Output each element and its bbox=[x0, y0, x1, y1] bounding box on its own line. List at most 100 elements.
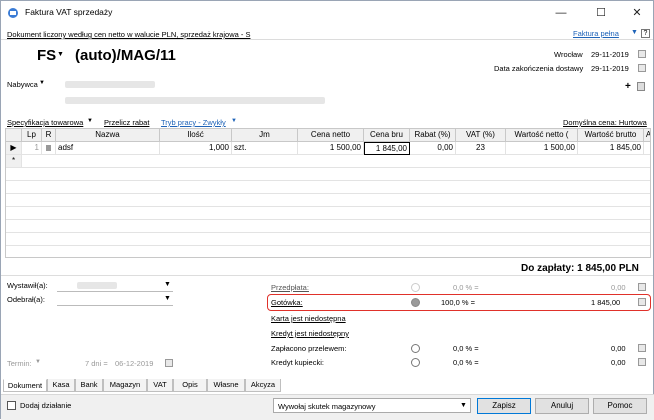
grid-header-indicator bbox=[6, 129, 22, 142]
prepayment-amount: 0,00 bbox=[611, 283, 626, 292]
issue-date[interactable]: 29-11-2019 bbox=[591, 50, 629, 59]
calculator-icon[interactable] bbox=[638, 283, 646, 291]
recalc-discount-link[interactable]: Przelicz rabat bbox=[104, 118, 149, 127]
col-qty[interactable]: Ilość bbox=[160, 129, 232, 142]
help-button[interactable]: Pomoc bbox=[593, 398, 647, 414]
tab-vat[interactable]: VAT bbox=[147, 379, 173, 392]
calendar-icon[interactable] bbox=[638, 50, 646, 58]
calculator-icon[interactable] bbox=[638, 358, 646, 366]
add-icon[interactable]: + bbox=[625, 81, 631, 92]
issued-by-label: Wystawił(a): bbox=[7, 281, 48, 290]
received-by-field[interactable] bbox=[57, 305, 173, 306]
tab-dokument[interactable]: Dokument bbox=[3, 379, 47, 392]
tab-magazyn[interactable]: Magazyn bbox=[103, 379, 147, 392]
term-label[interactable]: Termin: bbox=[7, 359, 32, 368]
delivery-date[interactable]: 29-11-2019 bbox=[591, 64, 629, 73]
work-mode-link[interactable]: Tryb pracy - Zwykły bbox=[161, 118, 226, 127]
calculator-icon[interactable] bbox=[638, 344, 646, 352]
empty-row bbox=[6, 233, 650, 246]
col-gross-value[interactable]: Wartość brutto bbox=[578, 129, 644, 142]
spec-dropdown[interactable]: Specyfikacja towarowa bbox=[7, 118, 83, 127]
buyer-label[interactable]: Nabywca bbox=[7, 80, 38, 89]
row-gross-price[interactable]: 1 845,00 bbox=[364, 142, 410, 155]
effect-select[interactable]: Wywołaj skutek magazynowy ▼ bbox=[273, 398, 471, 413]
credit-unavailable-link[interactable]: Kredyt jest niedostępny bbox=[271, 329, 349, 338]
delivery-label: Data zakończenia dostawy bbox=[494, 64, 584, 73]
maximize-button[interactable]: ☐ bbox=[591, 5, 611, 21]
list-icon[interactable] bbox=[637, 82, 645, 91]
minimize-button[interactable]: — bbox=[551, 5, 571, 21]
col-discount[interactable]: Rabat (%) bbox=[410, 129, 456, 142]
row-pointer-icon: ▶ bbox=[6, 142, 22, 155]
col-lp[interactable]: Lp bbox=[22, 129, 42, 142]
issued-by-value bbox=[77, 282, 117, 289]
chevron-down-icon: ▼ bbox=[35, 359, 41, 365]
calculator-icon[interactable] bbox=[638, 298, 646, 306]
col-name[interactable]: Nazwa bbox=[56, 129, 160, 142]
col-a[interactable]: A bbox=[644, 129, 650, 142]
col-r[interactable]: R bbox=[42, 129, 56, 142]
cash-pct: 100,0 % = bbox=[441, 298, 475, 307]
add-action-checkbox[interactable] bbox=[7, 401, 16, 410]
buyer-credit-label: Kredyt kupiecki: bbox=[271, 358, 324, 367]
new-row[interactable] bbox=[22, 155, 650, 168]
empty-row bbox=[6, 207, 650, 220]
card-unavailable-link[interactable]: Karta jest niedostępna bbox=[271, 314, 346, 323]
chevron-down-icon: ▼ bbox=[87, 118, 93, 124]
row-net-value[interactable]: 1 500,00 bbox=[506, 142, 578, 155]
cancel-button[interactable]: Anuluj bbox=[535, 398, 589, 414]
row-gross-value[interactable]: 1 845,00 bbox=[578, 142, 644, 155]
tab-wlasne[interactable]: Własne bbox=[207, 379, 245, 392]
divider bbox=[1, 275, 653, 276]
cash-amount: 1 845,00 bbox=[591, 298, 621, 307]
buyer-address bbox=[65, 97, 325, 104]
row-vat[interactable]: 23 bbox=[456, 142, 506, 155]
chevron-down-icon[interactable]: ▼ bbox=[164, 295, 171, 302]
transfer-radio[interactable] bbox=[411, 344, 420, 353]
new-row-icon: * bbox=[6, 155, 22, 168]
calendar-icon[interactable] bbox=[165, 359, 173, 367]
term-date[interactable]: 06-12-2019 bbox=[115, 359, 153, 368]
col-net-price[interactable]: Cena netto bbox=[298, 129, 364, 142]
tab-akcyza[interactable]: Akcyza bbox=[245, 379, 281, 392]
tab-opis[interactable]: Opis bbox=[173, 379, 207, 392]
add-action-label: Dodaj działanie bbox=[20, 401, 72, 410]
prepayment-label[interactable]: Przedpłata: bbox=[271, 283, 309, 292]
calendar-icon[interactable] bbox=[638, 64, 646, 72]
buyer-credit-amount: 0,00 bbox=[611, 358, 626, 367]
invoice-type-link[interactable]: Faktura pełna bbox=[573, 29, 619, 38]
tab-bank[interactable]: Bank bbox=[75, 379, 103, 392]
col-vat[interactable]: VAT (%) bbox=[456, 129, 506, 142]
chevron-down-icon: ▼ bbox=[631, 29, 638, 36]
col-unit[interactable]: Jm bbox=[232, 129, 298, 142]
effect-select-value: Wywołaj skutek magazynowy bbox=[278, 402, 376, 411]
close-button[interactable]: ✕ bbox=[627, 5, 647, 21]
transfer-amount: 0,00 bbox=[611, 344, 626, 353]
title-bar: Faktura VAT sprzedaży — ☐ ✕ bbox=[1, 1, 653, 25]
empty-row bbox=[6, 181, 650, 194]
term-days[interactable]: 7 dni = bbox=[85, 359, 108, 368]
row-net-price[interactable]: 1 500,00 bbox=[298, 142, 364, 155]
cash-label[interactable]: Gotówka: bbox=[271, 298, 303, 307]
empty-row bbox=[6, 220, 650, 233]
row-discount[interactable]: 0,00 bbox=[410, 142, 456, 155]
tab-kasa[interactable]: Kasa bbox=[47, 379, 75, 392]
col-gross-price[interactable]: Cena bru bbox=[364, 129, 410, 142]
row-qty[interactable]: 1,000 bbox=[160, 142, 232, 155]
chevron-down-icon[interactable]: ▼ bbox=[164, 281, 171, 288]
transfer-pct: 0,0 % = bbox=[453, 344, 479, 353]
divider bbox=[1, 39, 653, 40]
cash-radio[interactable] bbox=[411, 298, 420, 307]
issued-by-field[interactable] bbox=[57, 291, 173, 292]
row-unit[interactable]: szt. bbox=[232, 142, 298, 155]
help-icon[interactable]: ? bbox=[641, 29, 650, 38]
save-button[interactable]: Zapisz bbox=[477, 398, 531, 414]
prepayment-radio[interactable] bbox=[411, 283, 420, 292]
doc-type-selector[interactable]: FS bbox=[37, 47, 56, 64]
row-name[interactable]: adsf bbox=[56, 142, 160, 155]
chevron-down-icon: ▼ bbox=[57, 51, 64, 58]
buyer-credit-radio[interactable] bbox=[411, 358, 420, 367]
items-grid: Lp R Nazwa Ilość Jm Cena netto Cena bru … bbox=[5, 128, 651, 258]
col-net-value[interactable]: Wartość netto ( bbox=[506, 129, 578, 142]
default-price-link[interactable]: Domyślna cena: Hurtowa bbox=[563, 118, 647, 127]
